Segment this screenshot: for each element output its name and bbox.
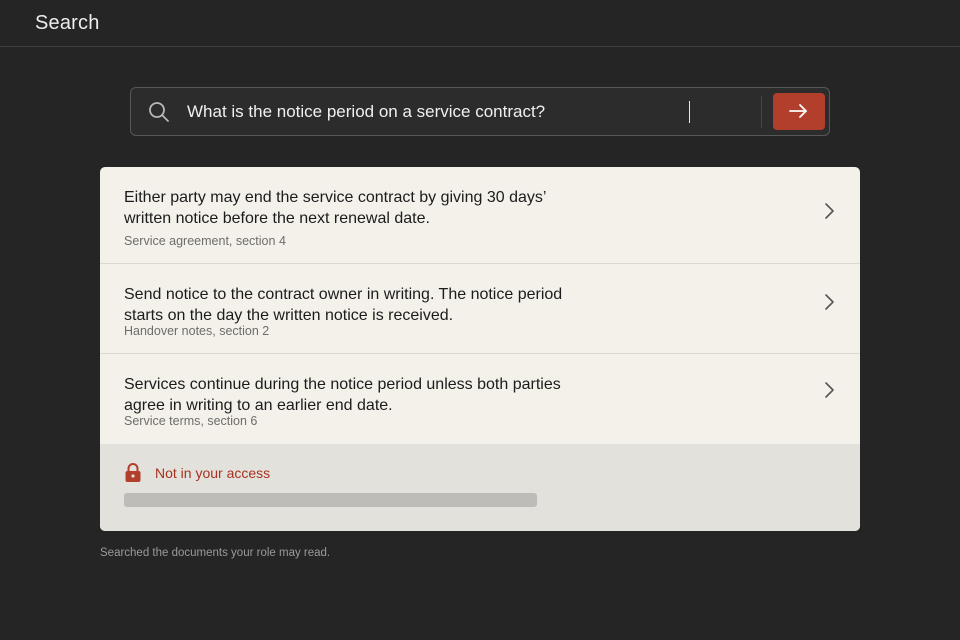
chevron-right-icon (825, 203, 834, 219)
text-caret (689, 101, 690, 123)
result-source: Service terms, section 6 (124, 414, 258, 428)
search-submit-button[interactable] (773, 93, 825, 130)
search-divider (761, 96, 762, 128)
redacted-bar (124, 493, 537, 507)
result-item[interactable]: Either party may end the service contrac… (100, 167, 860, 264)
restricted-label: Not in your access (155, 465, 271, 481)
result-text: Either party may end the service contrac… (124, 189, 546, 227)
arrow-right-icon (789, 104, 807, 118)
result-item[interactable]: Send notice to the contract owner in wri… (100, 264, 860, 354)
search-input[interactable] (187, 97, 747, 127)
results-panel: Either party may end the service contrac… (100, 167, 860, 531)
header-bar: Search (0, 0, 960, 47)
chevron-right-icon (825, 294, 834, 310)
chevron-right-icon (825, 382, 834, 398)
result-text: Send notice to the contract owner in wri… (124, 286, 563, 324)
result-source: Service agreement, section 4 (124, 234, 286, 248)
result-text: Services continue during the notice peri… (124, 376, 561, 414)
restricted-result: Not in your access (100, 444, 860, 531)
result-item[interactable]: Services continue during the notice peri… (100, 354, 860, 444)
search-bar (130, 87, 830, 136)
result-source: Handover notes, section 2 (124, 324, 270, 338)
search-icon (148, 101, 170, 123)
page-title: Search (35, 12, 100, 34)
lock-icon (125, 463, 141, 482)
search-scope-note: Searched the documents your role may rea… (100, 547, 331, 559)
